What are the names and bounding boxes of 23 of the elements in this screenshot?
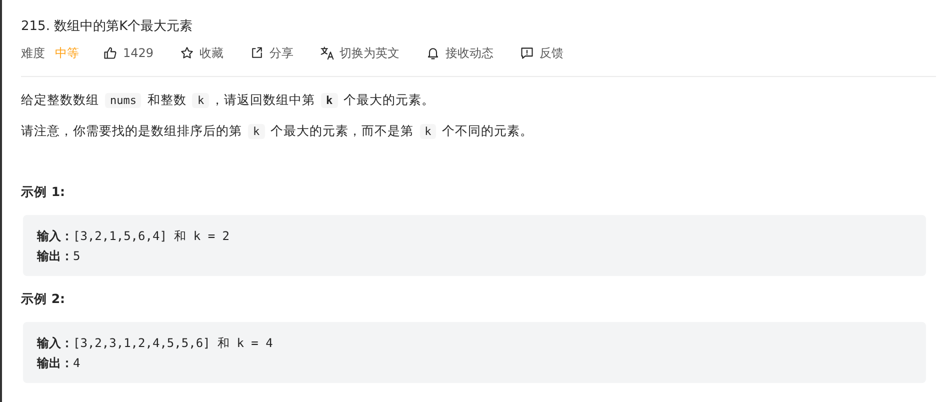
translate-button[interactable]: 切换为英文 <box>320 44 400 62</box>
feedback-button[interactable]: 反馈 <box>520 44 564 62</box>
description-text: 请注意，你需要找的是数组排序后的第 k 个最大的元素，而不是第 k 个不同的元素。 <box>21 122 534 141</box>
thumbs-up-icon <box>103 46 117 60</box>
bell-icon <box>426 46 440 60</box>
bell-button[interactable]: 接收动态 <box>426 44 494 62</box>
example-heading: 示例 2: <box>21 290 66 308</box>
example-line: 输入：[3,2,3,1,2,4,5,5,6] 和 k = 4 <box>37 335 274 352</box>
difficulty-label: 难度 <box>21 44 45 62</box>
example-line: 输入：[3,2,1,5,6,4] 和 k = 2 <box>37 228 230 245</box>
example-line: 输出：4 <box>37 355 82 372</box>
description-text: 给定整数数组 nums 和整数 k ，请返回数组中第 k 个最大的元素。 <box>21 91 436 110</box>
example-heading: 示例 1: <box>21 183 66 201</box>
difficulty-value: 中等 <box>55 44 79 62</box>
problem-title: 215. 数组中的第K个最大元素 <box>21 18 194 36</box>
translate-icon <box>320 46 334 60</box>
share-icon <box>250 46 264 60</box>
share-button[interactable]: 分享 <box>250 44 294 62</box>
feedback-icon <box>520 46 534 60</box>
example-line: 输出：5 <box>37 248 82 265</box>
star-icon <box>180 46 194 60</box>
like-button[interactable]: 1429 <box>103 46 154 60</box>
star-button[interactable]: 收藏 <box>180 44 224 62</box>
